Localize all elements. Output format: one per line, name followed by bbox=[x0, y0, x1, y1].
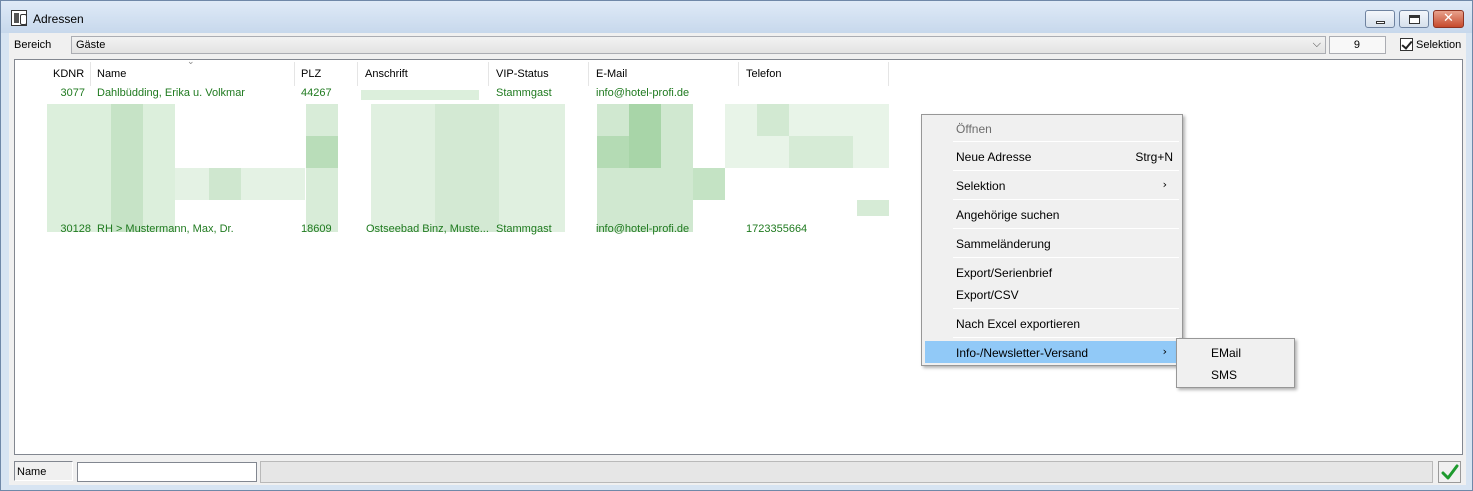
cell-email: info@hotel-profi.de bbox=[596, 87, 690, 99]
bereich-value: Gäste bbox=[76, 39, 106, 51]
checkmark-icon bbox=[1441, 464, 1459, 480]
cell-telefon: 1723355664 bbox=[746, 223, 808, 235]
address-book-icon bbox=[11, 10, 27, 26]
chevron-right-icon: › bbox=[1162, 345, 1167, 358]
context-menu: Öffnen Neue Adresse Strg+N Selektion › A… bbox=[921, 114, 1183, 366]
menu-separator bbox=[953, 257, 1179, 258]
column-header-telefon[interactable]: Telefon bbox=[739, 62, 889, 86]
bereich-dropdown[interactable]: Gäste ⌵ bbox=[71, 36, 1326, 54]
menu-item-label: Export/Serienbrief bbox=[956, 266, 1053, 280]
chevron-right-icon: › bbox=[1162, 178, 1167, 191]
cell-kdnr: 30128 bbox=[60, 223, 91, 235]
status-bar bbox=[260, 461, 1433, 483]
menu-item-newsletter-versand[interactable]: Info-/Newsletter-Versand › bbox=[925, 341, 1179, 363]
cell-name: RH > Mustermann, Max, Dr. bbox=[97, 223, 234, 235]
column-header-kdnr[interactable]: KDNR bbox=[15, 62, 91, 86]
submenu-item-label: SMS bbox=[1211, 368, 1238, 382]
selektion-label: Selektion bbox=[1416, 39, 1462, 51]
close-icon: ✕ bbox=[1443, 11, 1454, 26]
maximize-icon bbox=[1409, 15, 1420, 24]
menu-item-label: Selektion bbox=[956, 179, 1006, 193]
cell-plz: 18609 bbox=[301, 223, 332, 235]
menu-item-selektion[interactable]: Selektion › bbox=[925, 174, 1179, 196]
menu-item-nach-excel-exportieren[interactable]: Nach Excel exportieren bbox=[925, 312, 1179, 334]
cell-plz: 44267 bbox=[301, 87, 332, 99]
window-title: Adressen bbox=[33, 12, 84, 26]
menu-item-export-csv[interactable]: Export/CSV bbox=[925, 283, 1179, 305]
selektion-checkbox[interactable] bbox=[1400, 38, 1413, 51]
record-count: 9 bbox=[1329, 36, 1386, 54]
column-header-plz[interactable]: PLZ bbox=[295, 62, 358, 86]
cell-anschrift: Ostseebad Binz, Muste... bbox=[366, 223, 488, 235]
menu-item-oeffnen[interactable]: Öffnen bbox=[925, 117, 1179, 139]
menu-item-label: Info-/Newsletter-Versand bbox=[956, 346, 1089, 360]
table-row[interactable]: 30128 RH > Mustermann, Max, Dr. 18609 Os… bbox=[15, 223, 895, 239]
menu-item-label: Nach Excel exportieren bbox=[956, 317, 1081, 331]
menu-item-export-serienbrief[interactable]: Export/Serienbrief bbox=[925, 261, 1179, 283]
column-header-anschrift[interactable]: Anschrift bbox=[358, 62, 489, 86]
menu-item-angehoerige-suchen[interactable]: Angehörige suchen bbox=[925, 203, 1179, 225]
chevron-down-icon: ⌵ bbox=[1312, 37, 1321, 50]
sort-arrow-icon: ⌄ bbox=[187, 57, 195, 67]
address-list[interactable]: KDNR Name PLZ Anschrift VIP-Status E-Mai… bbox=[14, 57, 1463, 455]
menu-separator bbox=[953, 141, 1179, 142]
confirm-button[interactable] bbox=[1438, 461, 1461, 483]
cell-vip: Stammgast bbox=[496, 223, 552, 235]
bereich-label: Bereich bbox=[14, 39, 52, 51]
menu-item-label: Neue Adresse bbox=[956, 150, 1032, 164]
cell-name: Dahlbüdding, Erika u. Volkmar bbox=[97, 87, 245, 99]
maximize-button[interactable] bbox=[1399, 10, 1429, 28]
menu-separator bbox=[953, 228, 1179, 229]
menu-item-shortcut: Strg+N bbox=[1135, 150, 1173, 164]
submenu-item-email[interactable]: EMail bbox=[1180, 342, 1292, 364]
name-search-label: Name bbox=[14, 461, 73, 481]
menu-separator bbox=[953, 308, 1179, 309]
submenu-item-label: EMail bbox=[1211, 346, 1242, 360]
adressen-window: Adressen ✕ Bereich Gäste ⌵ 9 Selektion K… bbox=[0, 0, 1473, 491]
menu-item-neue-adresse[interactable]: Neue Adresse Strg+N bbox=[925, 145, 1179, 167]
minimize-button[interactable] bbox=[1365, 10, 1395, 28]
column-header-vip-status[interactable]: VIP-Status bbox=[489, 62, 589, 86]
cell-email: info@hotel-profi.de bbox=[596, 223, 690, 235]
cell-kdnr: 3077 bbox=[60, 87, 85, 99]
minimize-icon bbox=[1376, 21, 1385, 24]
cell-vip: Stammgast bbox=[496, 87, 552, 99]
menu-item-label: Öffnen bbox=[956, 122, 992, 136]
newsletter-submenu: EMail SMS bbox=[1176, 338, 1295, 388]
menu-separator bbox=[953, 199, 1179, 200]
menu-item-label: Angehörige suchen bbox=[956, 208, 1060, 222]
client-area: Bereich Gäste ⌵ 9 Selektion KDNR Name PL… bbox=[9, 33, 1466, 485]
name-search-input[interactable] bbox=[77, 462, 257, 482]
menu-separator bbox=[953, 337, 1179, 338]
menu-separator bbox=[953, 170, 1179, 171]
title-bar[interactable]: Adressen ✕ bbox=[1, 1, 1472, 33]
menu-item-label: Export/CSV bbox=[956, 288, 1019, 302]
menu-item-label: Sammeländerung bbox=[956, 237, 1051, 251]
menu-item-sammelaenderung[interactable]: Sammeländerung bbox=[925, 232, 1179, 254]
submenu-item-sms[interactable]: SMS bbox=[1180, 364, 1292, 386]
column-header-name-label: Name bbox=[97, 68, 127, 80]
close-button[interactable]: ✕ bbox=[1433, 10, 1464, 28]
column-header-email[interactable]: E-Mail bbox=[589, 62, 739, 86]
